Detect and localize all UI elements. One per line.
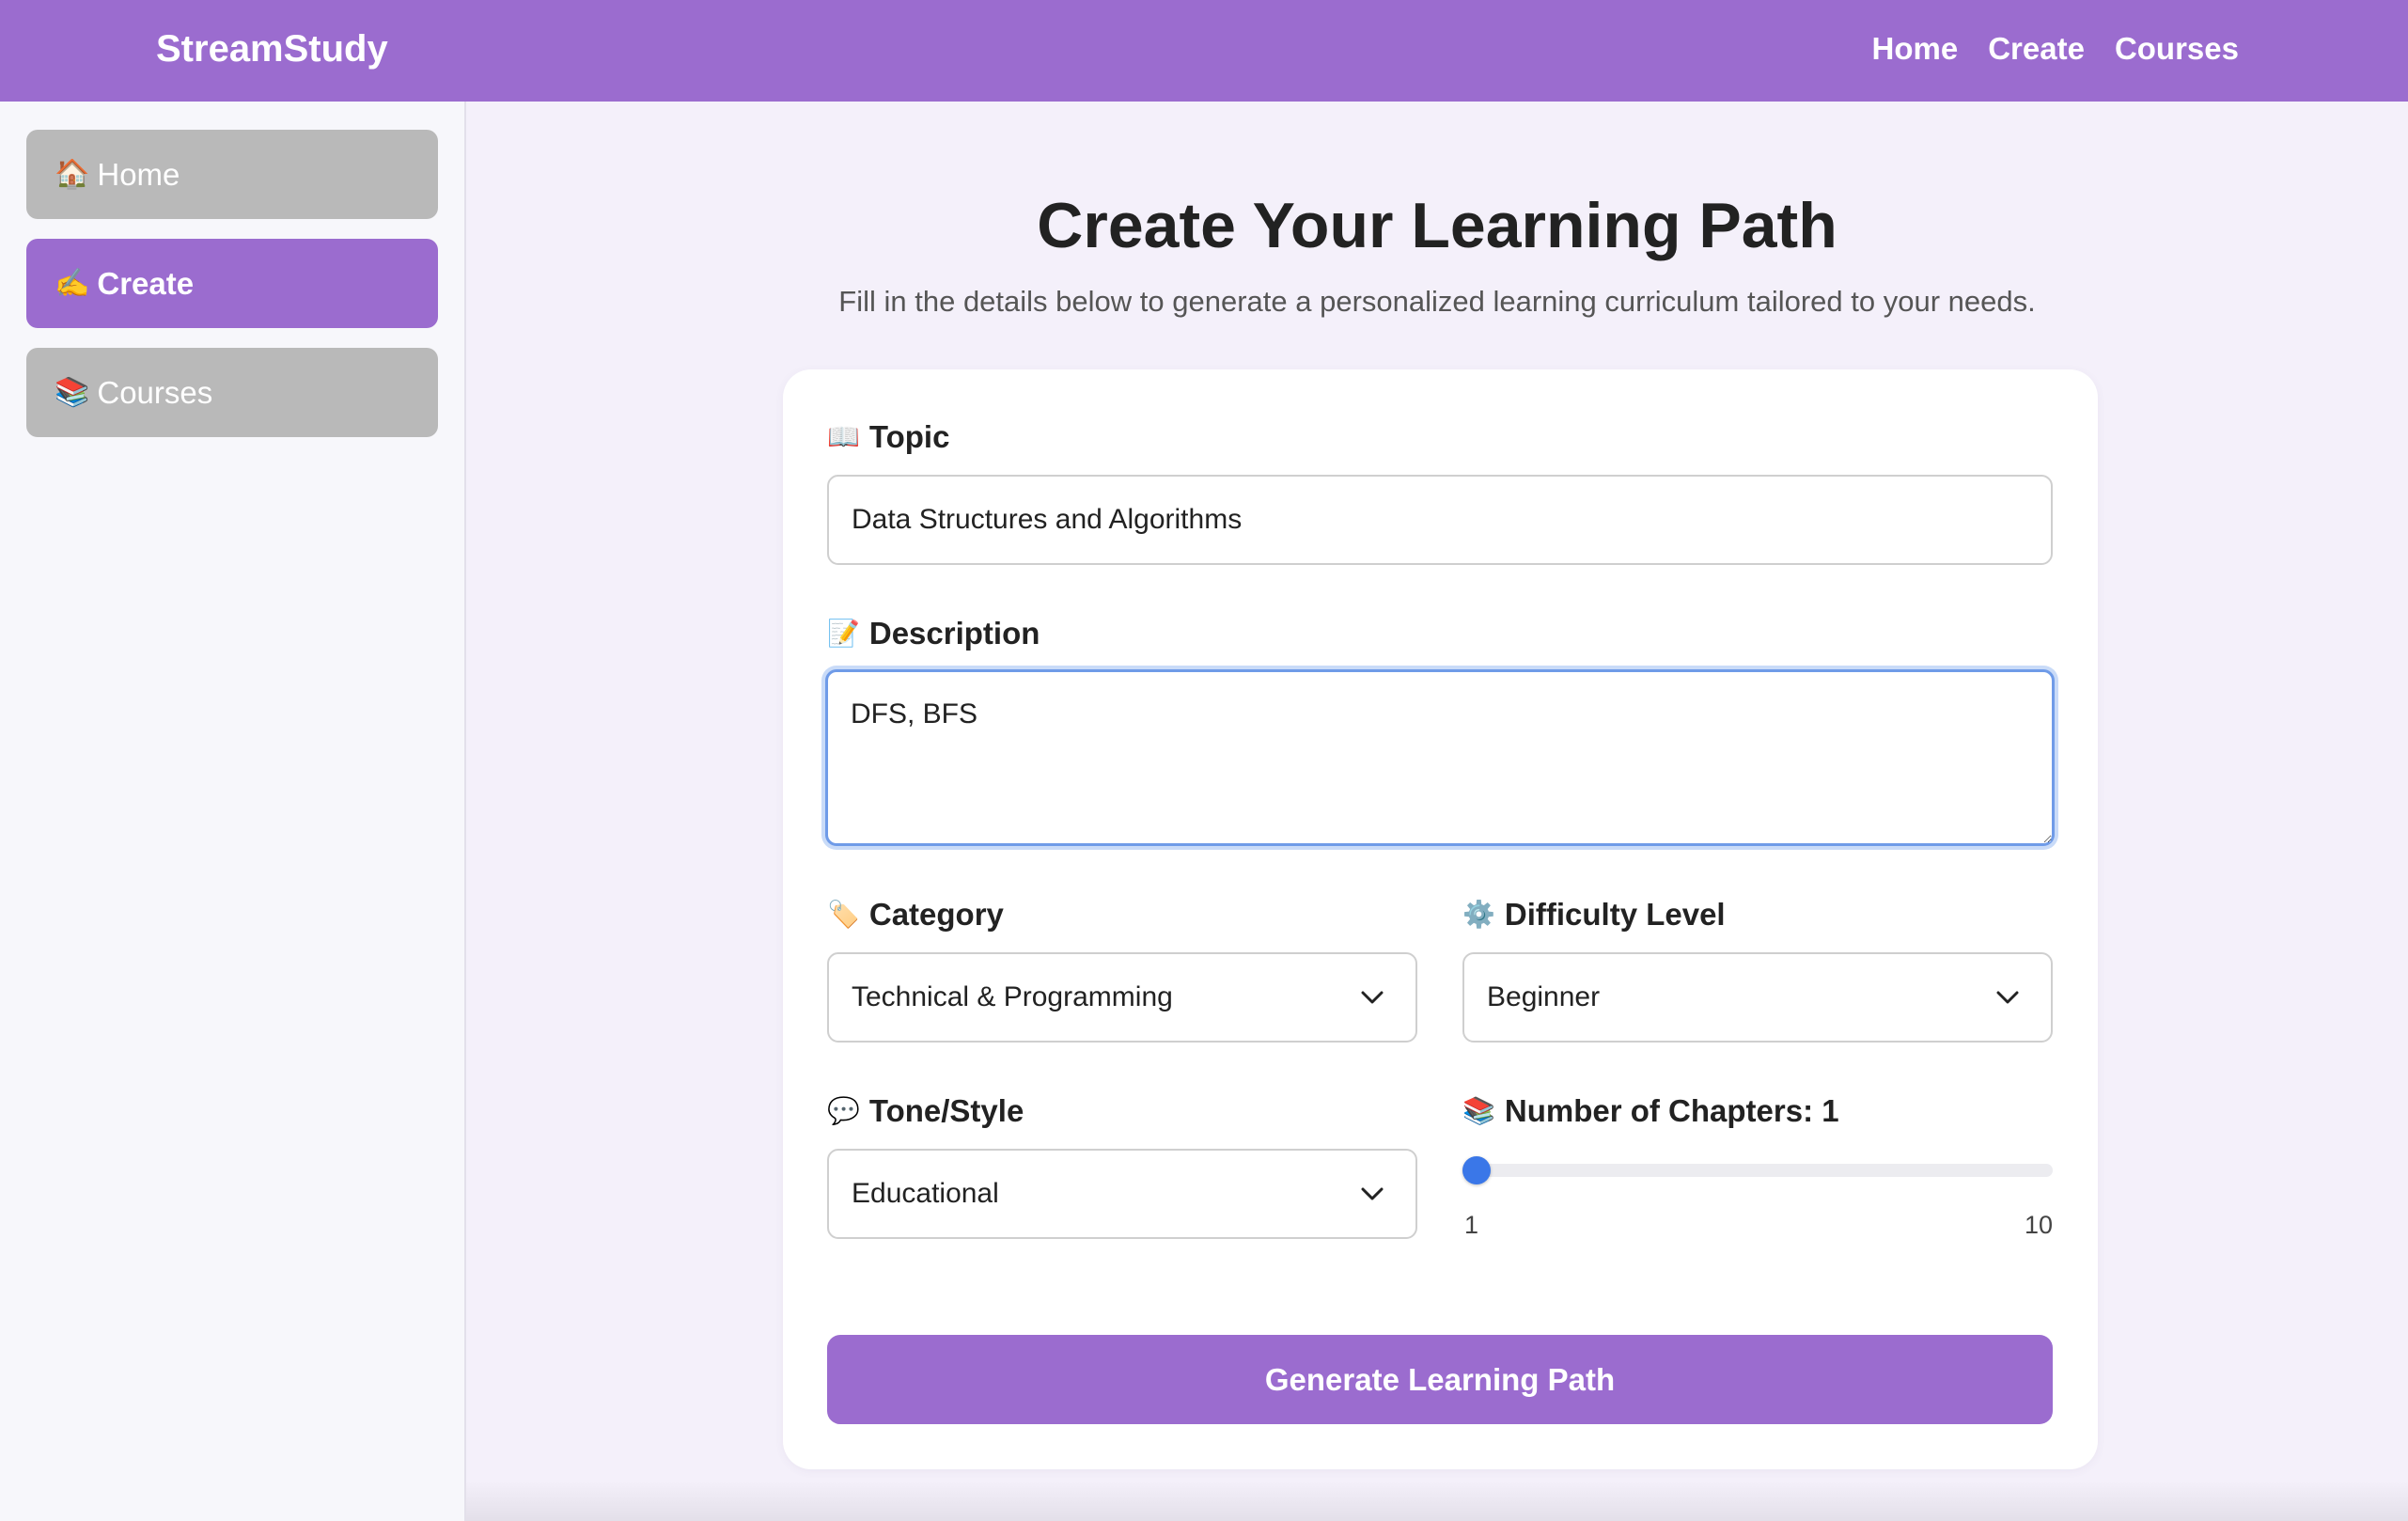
tone-select[interactable]: Educational xyxy=(827,1149,1417,1239)
bottom-shadow xyxy=(466,1481,2408,1521)
label-tag-icon: 🏷️ xyxy=(827,900,860,929)
sidebar-item-label: Home xyxy=(97,156,180,192)
sidebar-item-courses[interactable]: 📚 Courses xyxy=(26,348,438,437)
topnav-home-link[interactable]: Home xyxy=(1872,25,1959,72)
sidebar-item-home[interactable]: 🏠 Home xyxy=(26,130,438,219)
tone-selected-value: Educational xyxy=(852,1178,999,1209)
top-navbar: StreamStudy Home Create Courses xyxy=(0,0,2408,102)
sidebar-item-label: Courses xyxy=(97,374,213,410)
writing-hand-icon: ✍️ xyxy=(55,268,90,299)
chevron-down-icon xyxy=(1994,984,2021,1011)
chevron-down-icon xyxy=(1359,1181,1385,1207)
books-icon: 📚 xyxy=(55,377,90,408)
house-icon: 🏠 xyxy=(55,159,90,190)
topnav-create-link[interactable]: Create xyxy=(1988,25,2085,72)
chapters-slider-track[interactable] xyxy=(1462,1164,2053,1177)
page-subtitle: Fill in the details below to generate a … xyxy=(838,285,2036,318)
chevron-down-icon xyxy=(1359,984,1385,1011)
description-textarea[interactable]: DFS, BFS xyxy=(825,669,2055,846)
slider-max-label: 10 xyxy=(2024,1211,2053,1239)
generate-learning-path-button[interactable]: Generate Learning Path xyxy=(827,1335,2053,1424)
difficulty-label: ⚙️ Difficulty Level xyxy=(1462,894,1726,935)
gear-icon: ⚙️ xyxy=(1462,900,1495,929)
speech-bubble-icon: 💬 xyxy=(827,1096,860,1125)
sidebar-item-label: Create xyxy=(97,265,195,301)
sidebar-item-create[interactable]: ✍️ Create xyxy=(26,239,438,328)
category-selected-value: Technical & Programming xyxy=(852,981,1173,1012)
slider-min-label: 1 xyxy=(1464,1211,1479,1239)
sidebar: 🏠 Home ✍️ Create 📚 Courses xyxy=(0,102,466,1521)
chapters-label: 📚 Number of Chapters: 1 xyxy=(1462,1090,1839,1132)
memo-icon: 📝 xyxy=(827,619,860,648)
topnav-courses-link[interactable]: Courses xyxy=(2115,25,2239,72)
chapters-slider-thumb[interactable] xyxy=(1462,1156,1491,1184)
difficulty-selected-value: Beginner xyxy=(1487,981,1601,1012)
difficulty-select[interactable]: Beginner xyxy=(1462,952,2053,1043)
open-book-icon: 📖 xyxy=(827,422,860,451)
books-icon: 📚 xyxy=(1462,1096,1495,1125)
tone-label: 💬 Tone/Style xyxy=(827,1090,1024,1132)
description-label: 📝 Description xyxy=(827,613,1040,654)
brand-logo[interactable]: StreamStudy xyxy=(156,25,388,72)
top-nav-links: Home Create Courses xyxy=(1872,25,2239,72)
topic-label: 📖 Topic xyxy=(827,416,949,458)
page-title: Create Your Learning Path xyxy=(1037,190,1837,261)
category-label: 🏷️ Category xyxy=(827,894,1004,935)
category-select[interactable]: Technical & Programming xyxy=(827,952,1417,1043)
topic-input[interactable] xyxy=(827,475,2053,565)
